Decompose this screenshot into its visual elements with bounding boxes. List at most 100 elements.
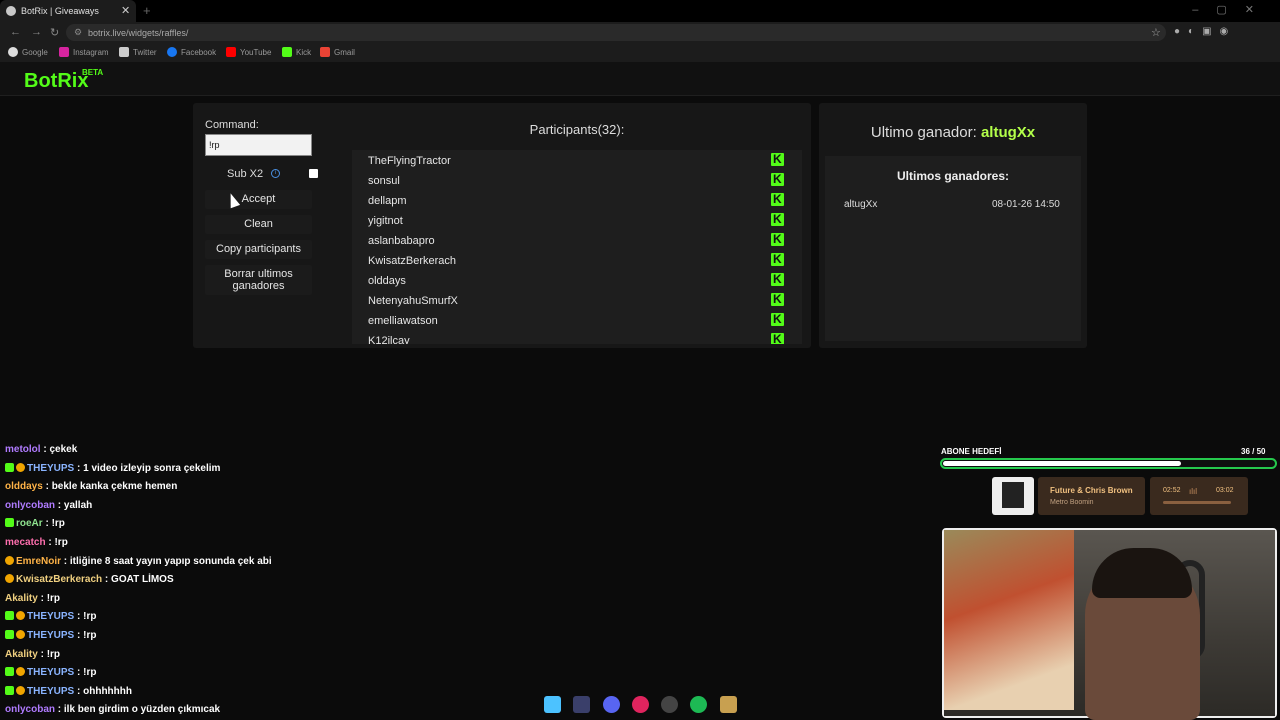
site-info-icon[interactable]: ⚙ [74, 27, 82, 38]
kick-badge-icon [5, 462, 14, 472]
gold-badge-icon [16, 685, 25, 695]
windows-start-icon[interactable] [544, 696, 561, 713]
participant-name: emelliawatson [368, 315, 438, 327]
participant-row: dellapm [352, 190, 802, 210]
chat-username: olddays [5, 481, 43, 493]
kick-icon [771, 252, 784, 266]
back-icon[interactable]: ← [10, 26, 21, 38]
chat-username: mecatch [5, 537, 46, 548]
new-tab-icon[interactable]: + [143, 3, 151, 18]
kick-icon [771, 192, 784, 206]
chat-message: mecatch : !rp [5, 537, 68, 548]
participant-row: NetenyahuSmurfX [352, 290, 802, 310]
info-icon[interactable]: i [271, 169, 280, 178]
chat-message: Akality : !rp [5, 648, 61, 660]
winners-list-title: Ultimos ganadores: [896, 169, 1010, 183]
window-controls[interactable]: –▢✕ [1192, 3, 1272, 16]
chat-message: THEYUPS : !rp [5, 630, 96, 641]
gold-badge-icon [16, 630, 25, 639]
kick-icon [771, 212, 784, 226]
winner-entry-date: 08-01-26 14:50 [992, 199, 1060, 210]
bookmark-instagram[interactable]: Instagram [59, 47, 109, 57]
kick-badge-icon [5, 630, 14, 639]
participants-list[interactable]: TheFlyingTractor sonsul dellapm yigitnot… [352, 150, 802, 344]
tab-title: BotRix | Giveaways [21, 6, 99, 16]
wall-painting [944, 530, 1074, 710]
participant-name: K12ilcay [368, 335, 410, 344]
accept-button[interactable]: Accept [205, 190, 312, 209]
now-playing-panel [1038, 477, 1145, 515]
kick-icon [771, 152, 784, 166]
forward-icon[interactable]: → [31, 26, 42, 38]
kick-icon [771, 232, 784, 246]
kick-icon [771, 332, 784, 344]
chat-username: Akality [5, 592, 38, 604]
tab-close-icon[interactable]: ✕ [121, 4, 130, 17]
chat-username: THEYUPS [27, 685, 75, 697]
instagram-icon [59, 47, 69, 57]
app-red-icon[interactable] [632, 696, 649, 713]
address-bar[interactable] [66, 24, 1166, 41]
sub-goal-fill [943, 461, 1182, 466]
chat-username: onlycoban [5, 499, 56, 511]
kick-badge-icon [5, 685, 14, 695]
bookmark-kick[interactable]: Kick [282, 47, 311, 57]
participant-row: sonsul [352, 170, 802, 190]
bookmark-google[interactable]: Google [8, 47, 48, 57]
chat-text: ilk ben girdim o yüzden çıkmıcak [63, 704, 221, 716]
chat-username: EmreNoir [16, 555, 62, 567]
chat-text: çekek [49, 444, 78, 455]
participant-name: aslanbabapro [368, 235, 435, 247]
chat-text: !rp [46, 648, 61, 660]
discord-icon[interactable] [603, 696, 620, 713]
kick-badge-icon [5, 667, 14, 677]
song-time-total: 03:02 [1216, 487, 1234, 494]
last-winner-name: altugXx [980, 124, 1036, 141]
bookmark-gmail[interactable]: Gmail [320, 47, 355, 57]
gold-badge-icon [16, 462, 25, 472]
bookmark-twitter[interactable]: Twitter [119, 47, 157, 57]
chat-username: KwisatzBerkerach [16, 574, 103, 586]
album-art-image [1002, 482, 1024, 508]
clean-button[interactable]: Clean [205, 215, 312, 234]
chat-username: THEYUPS [27, 611, 75, 623]
tab-bar [0, 0, 1280, 22]
beta-badge: BETA [82, 68, 104, 77]
chat-message: Akality : !rp [5, 592, 61, 604]
chat-text: !rp [54, 537, 68, 548]
chat-username: THEYUPS [27, 667, 75, 679]
url-text[interactable]: botrix.live/widgets/raffles/ [88, 28, 188, 38]
extension-icons[interactable]: ●◐▣◉ [1174, 26, 1236, 37]
spotify-icon[interactable] [690, 696, 707, 713]
app-gray-icon[interactable] [661, 696, 678, 713]
chat-text: !rp [46, 592, 61, 604]
participant-row: aslanbabapro [352, 230, 802, 250]
chat-text: bekle kanka çekme hemen [51, 481, 178, 493]
command-input[interactable] [205, 134, 312, 156]
copy-participants-button[interactable]: Copy participants [205, 240, 312, 259]
song-time-current: 02:52 [1163, 487, 1181, 494]
bookmark-youtube[interactable]: YouTube [226, 47, 271, 57]
borrar-ganadores-button[interactable]: Borrar ultimos ganadores [205, 265, 312, 295]
participants-title: Participants(32): [529, 122, 625, 137]
chat-overlay: metolol : çekek THEYUPS : 1 video izleyip… [0, 425, 440, 720]
reload-icon[interactable]: ↻ [50, 26, 59, 39]
participant-name: NetenyahuSmurfX [368, 295, 458, 307]
app-gold-icon[interactable] [720, 696, 737, 713]
gold-badge-icon [5, 574, 14, 584]
participant-name: TheFlyingTractor [368, 155, 451, 167]
chat-text: GOAT LİMOS [111, 574, 174, 586]
kick-badge-icon [5, 611, 14, 621]
chat-message: KwisatzBerkerach : GOAT LİMOS [5, 574, 174, 585]
youtube-icon [226, 47, 236, 57]
chat-text: ohhhhhhh [83, 685, 132, 697]
botrix-logo[interactable]: BotRix [24, 70, 88, 93]
app-icon[interactable] [573, 696, 590, 713]
chat-text: !rp [83, 667, 97, 679]
chat-message: EmreNoir : itliğine 8 saat yayın yapıp s… [5, 555, 272, 567]
kick-icon [771, 272, 784, 286]
sub-x2-checkbox[interactable] [309, 169, 318, 178]
bookmark-facebook[interactable]: Facebook [167, 47, 216, 57]
bookmark-star-icon[interactable]: ☆ [1151, 26, 1161, 39]
participant-row: TheFlyingTractor [352, 150, 802, 170]
